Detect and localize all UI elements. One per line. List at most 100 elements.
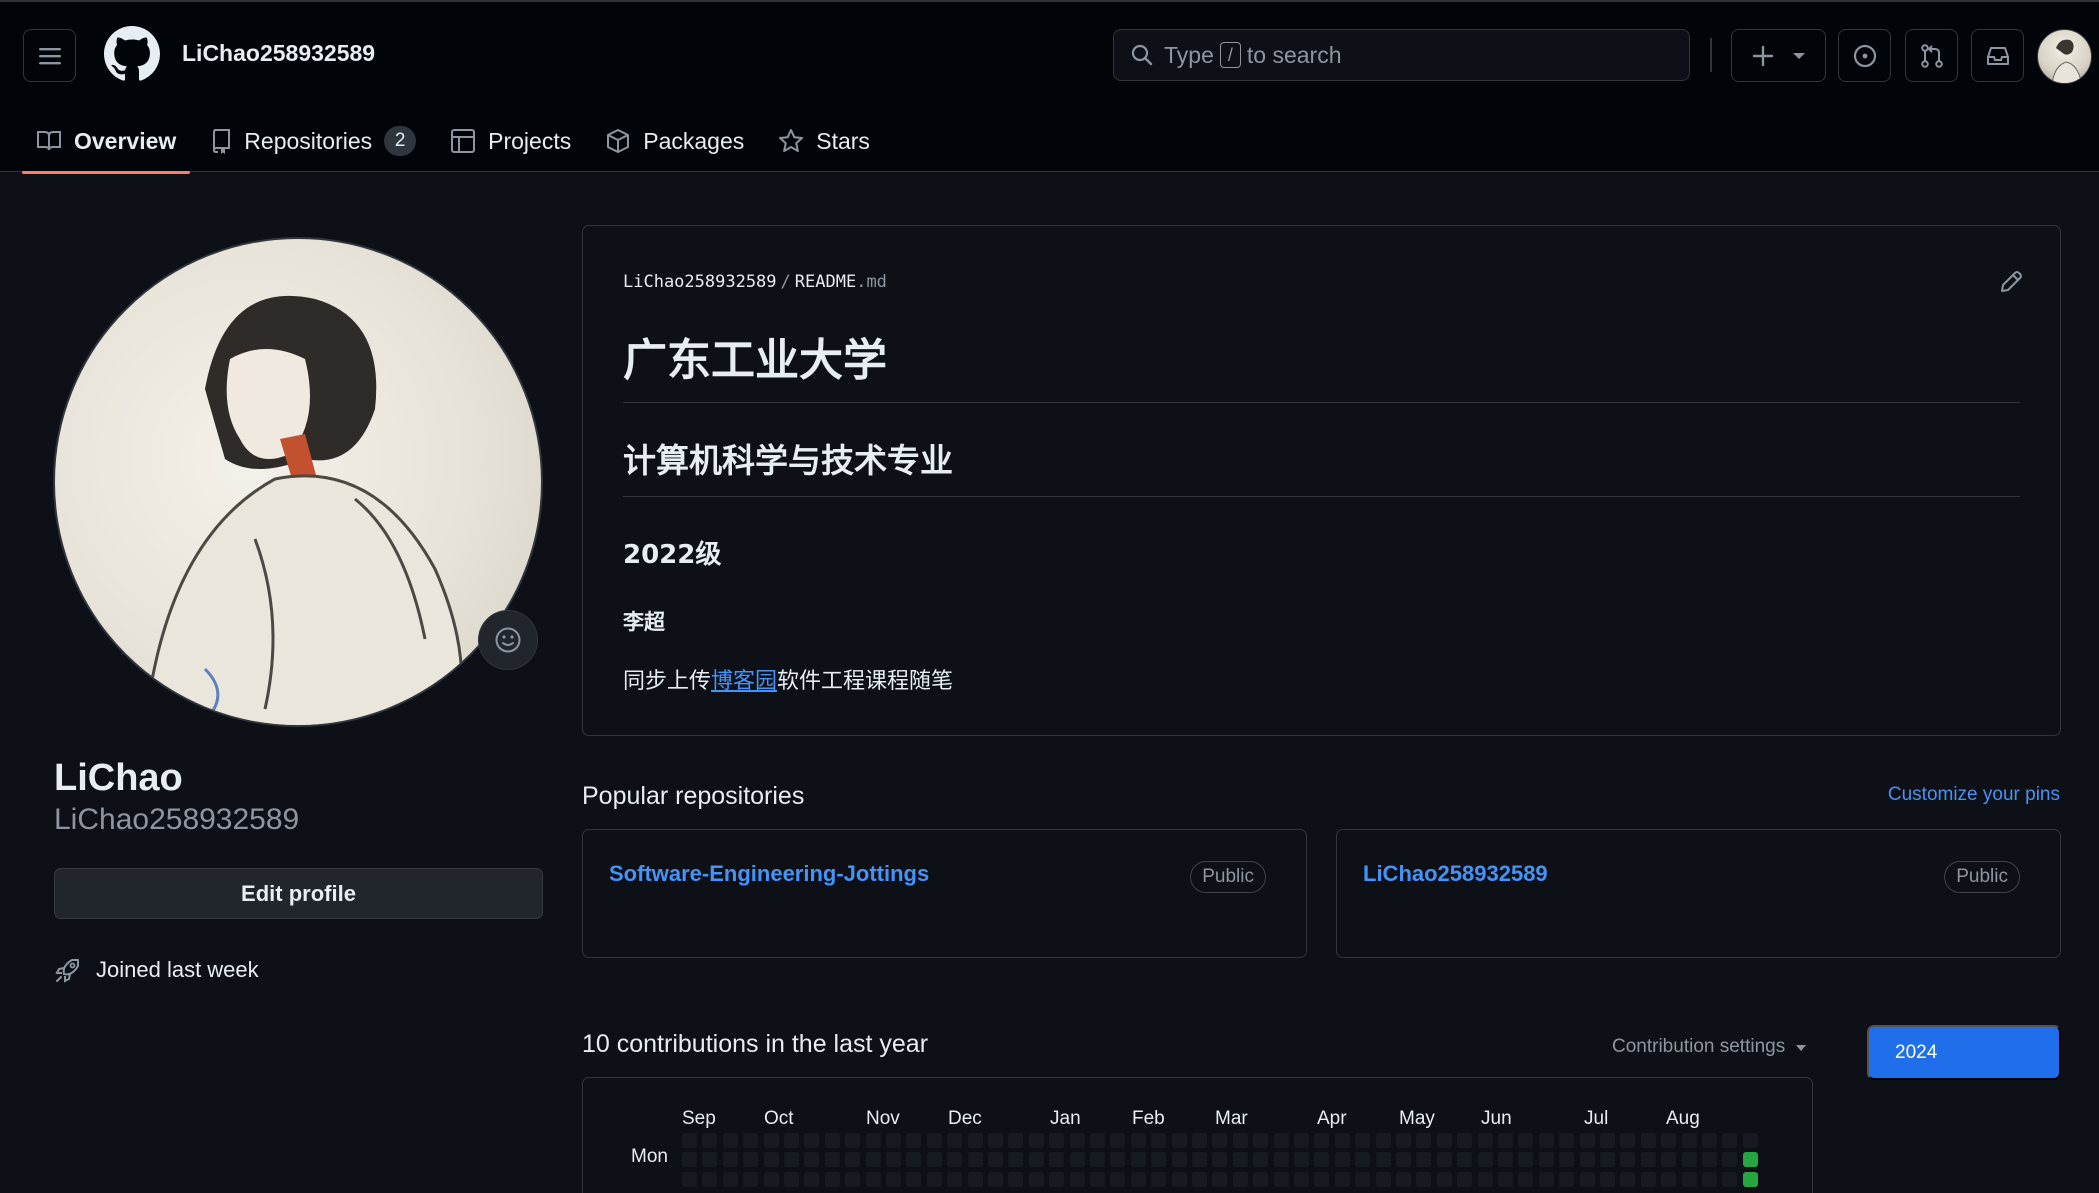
contribution-day[interactable] [682, 1172, 697, 1187]
contribution-day[interactable] [763, 1172, 779, 1187]
contribution-day[interactable] [967, 1172, 983, 1187]
contribution-day[interactable] [1212, 1172, 1228, 1187]
contribution-day[interactable] [906, 1152, 922, 1167]
edit-profile-button[interactable]: Edit profile [54, 868, 543, 919]
contribution-day[interactable] [1538, 1152, 1554, 1167]
create-new-button[interactable] [1731, 29, 1826, 82]
contribution-day[interactable] [824, 1172, 840, 1187]
contribution-day[interactable] [702, 1172, 718, 1187]
contribution-day[interactable] [1640, 1152, 1656, 1167]
contribution-day[interactable] [1579, 1133, 1595, 1148]
contribution-day[interactable] [1559, 1152, 1575, 1167]
contribution-day[interactable] [1069, 1172, 1085, 1187]
contribution-day[interactable] [1396, 1133, 1411, 1148]
contribution-day[interactable] [702, 1133, 718, 1148]
contribution-day[interactable] [804, 1152, 820, 1167]
contribution-day[interactable] [1600, 1172, 1615, 1187]
contribution-day[interactable] [1538, 1172, 1554, 1187]
contribution-day[interactable] [743, 1172, 759, 1187]
contribution-day[interactable] [845, 1152, 861, 1167]
contribution-day[interactable] [926, 1152, 942, 1167]
contribution-day[interactable] [1681, 1152, 1697, 1167]
contribution-day[interactable] [1742, 1172, 1758, 1187]
contribution-day[interactable] [1314, 1133, 1330, 1148]
contribution-day[interactable] [1192, 1133, 1207, 1148]
readme-blog-link[interactable]: 博客园 [711, 669, 777, 694]
contribution-day[interactable] [1722, 1133, 1738, 1148]
contribution-day[interactable] [1457, 1133, 1473, 1148]
contribution-day[interactable] [1232, 1152, 1248, 1167]
contribution-day[interactable] [1171, 1172, 1187, 1187]
issues-button[interactable] [1838, 29, 1891, 82]
inbox-button[interactable] [1971, 29, 2024, 82]
contribution-day[interactable] [865, 1152, 881, 1167]
contribution-day[interactable] [967, 1152, 983, 1167]
contribution-day[interactable] [1151, 1172, 1167, 1187]
contribution-day[interactable] [1151, 1133, 1167, 1148]
contribution-day[interactable] [1518, 1133, 1534, 1148]
contribution-day[interactable] [1477, 1152, 1493, 1167]
contribution-day[interactable] [1538, 1133, 1554, 1148]
contribution-day[interactable] [1661, 1152, 1677, 1167]
contribution-day[interactable] [1661, 1172, 1677, 1187]
contribution-day[interactable] [1090, 1152, 1105, 1167]
contribution-day[interactable] [722, 1133, 738, 1148]
contribution-day[interactable] [1477, 1172, 1493, 1187]
contribution-day[interactable] [1702, 1172, 1717, 1187]
contribution-day[interactable] [1192, 1152, 1207, 1167]
tab-stars[interactable]: Stars [764, 112, 884, 170]
contribution-day[interactable] [1416, 1152, 1432, 1167]
contribution-day[interactable] [1620, 1152, 1636, 1167]
contribution-day[interactable] [1253, 1172, 1269, 1187]
contribution-day[interactable] [1579, 1152, 1595, 1167]
contribution-day[interactable] [1640, 1172, 1656, 1187]
contribution-day[interactable] [926, 1172, 942, 1187]
contribution-day[interactable] [1702, 1152, 1717, 1167]
contribution-day[interactable] [947, 1133, 963, 1148]
contribution-day[interactable] [1355, 1133, 1371, 1148]
pull-requests-button[interactable] [1905, 29, 1958, 82]
contribution-day[interactable] [1722, 1172, 1738, 1187]
year-2024-button[interactable]: 2024 [1867, 1025, 2061, 1080]
contribution-day[interactable] [1559, 1172, 1575, 1187]
contribution-day[interactable] [1049, 1152, 1065, 1167]
contribution-day[interactable] [1028, 1172, 1044, 1187]
contribution-day[interactable] [824, 1133, 840, 1148]
contribution-day[interactable] [1273, 1152, 1289, 1167]
contribution-day[interactable] [1294, 1152, 1309, 1167]
contribution-day[interactable] [1416, 1172, 1432, 1187]
contribution-day[interactable] [1722, 1152, 1738, 1167]
contribution-day[interactable] [1110, 1172, 1126, 1187]
contribution-day[interactable] [763, 1133, 779, 1148]
contribution-day[interactable] [1294, 1172, 1309, 1187]
contribution-day[interactable] [682, 1152, 697, 1167]
contribution-day[interactable] [1008, 1133, 1024, 1148]
contribution-day[interactable] [1742, 1133, 1758, 1148]
contribution-day[interactable] [784, 1152, 799, 1167]
contribution-day[interactable] [988, 1133, 1003, 1148]
contribution-day[interactable] [784, 1133, 799, 1148]
contribution-day[interactable] [1518, 1152, 1534, 1167]
contribution-day[interactable] [1355, 1152, 1371, 1167]
contribution-day[interactable] [1049, 1133, 1065, 1148]
contribution-day[interactable] [1375, 1133, 1391, 1148]
contribution-day[interactable] [865, 1172, 881, 1187]
readme-path-file[interactable]: README [795, 272, 856, 292]
contribution-day[interactable] [1212, 1133, 1228, 1148]
contribution-day[interactable] [1457, 1172, 1473, 1187]
tab-repositories[interactable]: Repositories 2 [196, 112, 430, 170]
contribution-day[interactable] [1110, 1133, 1126, 1148]
tab-packages[interactable]: Packages [591, 112, 758, 170]
contribution-day[interactable] [1396, 1172, 1411, 1187]
contribution-day[interactable] [682, 1133, 697, 1148]
contribution-day[interactable] [1130, 1172, 1146, 1187]
contribution-day[interactable] [1028, 1133, 1044, 1148]
contribution-day[interactable] [1477, 1133, 1493, 1148]
contribution-day[interactable] [1192, 1172, 1207, 1187]
menu-button[interactable] [23, 29, 76, 82]
contribution-day[interactable] [1396, 1152, 1411, 1167]
contribution-day[interactable] [804, 1133, 820, 1148]
contribution-day[interactable] [1457, 1152, 1473, 1167]
github-logo[interactable] [104, 26, 160, 82]
contribution-day[interactable] [1436, 1133, 1452, 1148]
